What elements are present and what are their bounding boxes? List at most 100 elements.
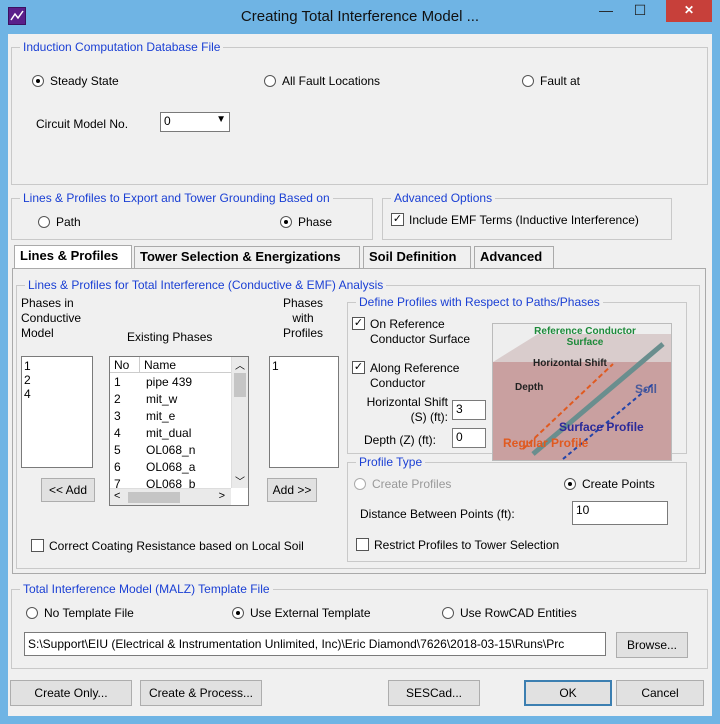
add-left-button[interactable]: << Add [41, 478, 95, 502]
existing-phase-no: 2 [114, 392, 121, 406]
template-path-input[interactable]: S:\Support\EIU (Electrical & Instrumenta… [24, 632, 606, 656]
existing-phase-row[interactable]: 1 pipe 439 [110, 374, 230, 391]
dialog-client: Induction Computation Database File Stea… [8, 34, 712, 716]
path-radio[interactable]: Path [38, 215, 81, 229]
no-template-radio-dot[interactable] [26, 607, 38, 619]
use-external-radio-dot[interactable] [232, 607, 244, 619]
fault-at-radio-dot[interactable] [522, 75, 534, 87]
lp-legend: Lines & Profiles for Total Interference … [25, 278, 387, 292]
tab-soil-definition[interactable]: Soil Definition [363, 246, 471, 268]
all-fault-radio[interactable]: All Fault Locations [264, 74, 380, 88]
circuit-model-label: Circuit Model No. [36, 117, 129, 131]
restrict-check-icon[interactable] [356, 538, 369, 551]
chevron-down-icon[interactable]: ▼ [216, 114, 226, 130]
phases-cond-item[interactable]: 1 [24, 359, 90, 373]
create-points-radio-dot[interactable] [564, 478, 576, 490]
include-emf-checkbox[interactable]: ✓ Include EMF Terms (Inductive Interfere… [391, 213, 639, 227]
phases-prof-item[interactable]: 1 [272, 359, 336, 373]
existing-phases-grid[interactable]: No Name 1 pipe 439 2 mit_w 3 mit_e 4 mit_dual 5 O… [109, 356, 249, 506]
grid-vscroll[interactable]: ︿ ﹀ [231, 357, 248, 488]
diagram-ref-cond: Reference Conductor Surface [534, 326, 636, 348]
distance-input[interactable]: 10 [572, 501, 668, 525]
hshift-label: Horizontal Shift (S) (ft): [366, 395, 448, 424]
distance-label: Distance Between Points (ft): [360, 507, 515, 521]
fault-at-radio[interactable]: Fault at [522, 74, 580, 88]
existing-phase-no: 1 [114, 375, 121, 389]
use-rowcad-radio[interactable]: Use RowCAD Entities [442, 606, 577, 620]
grid-hscroll-thumb[interactable] [128, 492, 180, 503]
induction-group: Induction Computation Database File Stea… [11, 40, 708, 185]
correct-coating-check-icon[interactable] [31, 539, 44, 552]
maximize-icon[interactable]: ☐ [626, 0, 654, 22]
existing-phase-row[interactable]: 5 OL068_n [110, 442, 230, 459]
along-ref-check-icon[interactable]: ✓ [352, 361, 365, 374]
profile-type-group: Profile Type Create Profiles Create Poin… [347, 455, 687, 562]
circuit-model-select[interactable]: 0 ▼ [160, 112, 230, 132]
depth-input[interactable]: 0 [452, 428, 486, 448]
hshift-input[interactable]: 3 [452, 400, 486, 420]
minimize-icon[interactable]: — [592, 0, 620, 22]
existing-phase-name: mit_e [146, 409, 176, 423]
grid-scroll-thumb[interactable] [234, 373, 246, 397]
on-ref-check-icon[interactable]: ✓ [352, 317, 365, 330]
use-rowcad-radio-dot[interactable] [442, 607, 454, 619]
no-template-radio[interactable]: No Template File [26, 606, 134, 620]
existing-phase-row[interactable]: 4 mit_dual [110, 425, 230, 442]
phases-cond-item[interactable]: 4 [24, 387, 90, 401]
phases-cond-label: Phases in Conductive Model [21, 296, 82, 340]
restrict-checkbox[interactable]: Restrict Profiles to Tower Selection [356, 538, 559, 552]
create-process-button[interactable]: Create & Process... [140, 680, 262, 706]
profile-type-legend: Profile Type [356, 455, 426, 469]
tab-lines-profiles[interactable]: Lines & Profiles [14, 245, 132, 269]
create-points-radio[interactable]: Create Points [564, 477, 655, 491]
grid-hscroll[interactable]: < > [110, 488, 231, 505]
path-radio-dot[interactable] [38, 216, 50, 228]
chevron-up-icon[interactable]: ︿ [232, 357, 248, 372]
phases-prof-list[interactable]: 1 [269, 356, 339, 468]
existing-phase-row[interactable]: 3 mit_e [110, 408, 230, 425]
steady-state-label: Steady State [50, 74, 119, 88]
existing-phase-name: OL068_a [146, 460, 196, 474]
tab-advanced[interactable]: Advanced [474, 246, 554, 268]
phase-radio[interactable]: Phase [280, 215, 332, 229]
use-rowcad-label: Use RowCAD Entities [460, 606, 577, 620]
cancel-button[interactable]: Cancel [616, 680, 704, 706]
existing-phases-label: Existing Phases [127, 330, 213, 344]
steady-state-radio-dot[interactable] [32, 75, 44, 87]
create-profiles-radio[interactable]: Create Profiles [354, 477, 451, 491]
phases-cond-list[interactable]: 124 [21, 356, 93, 468]
use-external-radio[interactable]: Use External Template [232, 606, 371, 620]
induction-legend: Induction Computation Database File [20, 40, 224, 54]
sescad-button[interactable]: SESCad... [388, 680, 480, 706]
phase-radio-dot[interactable] [280, 216, 292, 228]
create-profiles-radio-dot[interactable] [354, 478, 366, 490]
include-emf-label: Include EMF Terms (Inductive Interferenc… [409, 213, 639, 227]
correct-coating-checkbox[interactable]: Correct Coating Resistance based on Loca… [31, 539, 304, 553]
along-ref-checkbox[interactable]: ✓ Along Reference Conductor [352, 361, 470, 391]
include-emf-check-icon[interactable]: ✓ [391, 213, 404, 226]
diagram-soil: Soil [635, 382, 658, 396]
tab-tower-selection[interactable]: Tower Selection & Energizations [134, 246, 360, 268]
phases-cond-item[interactable]: 2 [24, 373, 90, 387]
title-bar[interactable]: Creating Total Interference Model ... — … [0, 0, 720, 34]
advanced-options-group: Advanced Options ✓ Include EMF Terms (In… [382, 191, 672, 240]
steady-state-radio[interactable]: Steady State [32, 74, 119, 88]
chevron-down-icon[interactable]: ﹀ [232, 473, 248, 488]
all-fault-radio-dot[interactable] [264, 75, 276, 87]
grid-header-name[interactable]: Name [140, 357, 233, 373]
chevron-left-icon[interactable]: < [114, 490, 120, 502]
lines-export-group: Lines & Profiles to Export and Tower Gro… [11, 191, 373, 240]
on-ref-checkbox[interactable]: ✓ On Reference Conductor Surface [352, 317, 482, 347]
fault-at-label: Fault at [540, 74, 581, 88]
grid-header-no[interactable]: No [110, 357, 140, 373]
browse-button[interactable]: Browse... [616, 632, 688, 658]
add-right-button[interactable]: Add >> [267, 478, 317, 502]
existing-phase-row[interactable]: 2 mit_w [110, 391, 230, 408]
create-profiles-label: Create Profiles [372, 477, 452, 491]
ok-button[interactable]: OK [524, 680, 612, 706]
existing-phase-row[interactable]: 6 OL068_a [110, 459, 230, 476]
create-only-button[interactable]: Create Only... [10, 680, 132, 706]
existing-phase-no: 6 [114, 460, 121, 474]
close-button[interactable]: ✕ [666, 0, 712, 22]
chevron-right-icon[interactable]: > [219, 490, 225, 502]
